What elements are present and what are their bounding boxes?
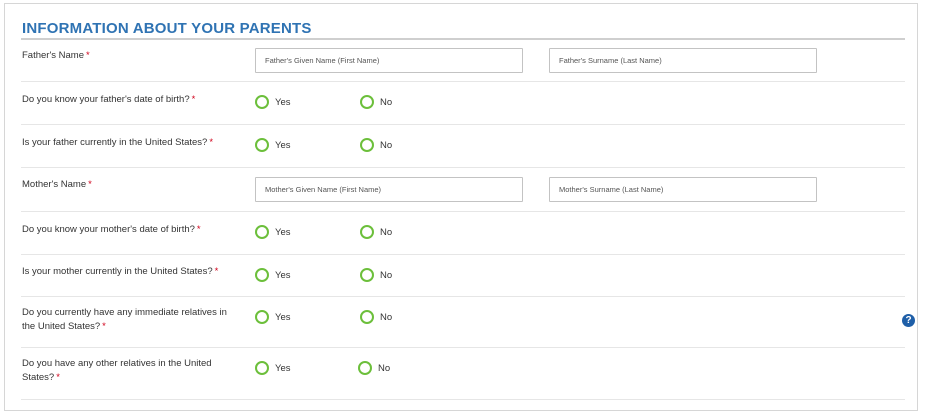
radio-circle-icon: [360, 225, 374, 239]
father-dob-yes-radio[interactable]: Yes: [255, 95, 291, 109]
other-relatives-label: Do you have any other relatives in the U…: [22, 358, 212, 383]
radio-circle-icon: [255, 310, 269, 324]
required-marker: *: [214, 266, 219, 277]
other-relatives-yes-radio[interactable]: Yes: [255, 361, 291, 375]
help-question-icon[interactable]: ?: [902, 314, 915, 327]
father-us-yes-radio[interactable]: Yes: [255, 138, 291, 152]
father-us-no-radio[interactable]: No: [360, 138, 392, 152]
other-relatives-no-radio[interactable]: No: [358, 361, 390, 375]
radio-circle-icon: [255, 95, 269, 109]
mother-us-label: Is your mother currently in the United S…: [22, 266, 219, 277]
immediate-relatives-row: Do you currently have any immediate rela…: [21, 297, 905, 348]
required-marker: *: [196, 224, 201, 235]
father-name-label: Father's Name *: [22, 50, 90, 61]
mother-dob-label: Do you know your mother's date of birth?…: [22, 224, 201, 235]
father-dob-label: Do you know your father's date of birth?…: [22, 94, 196, 105]
required-marker: *: [209, 137, 214, 148]
father-us-row: Is your father currently in the United S…: [21, 125, 905, 168]
radio-circle-icon: [360, 310, 374, 324]
immediate-relatives-no-radio[interactable]: No: [360, 310, 392, 324]
required-marker: *: [56, 372, 60, 383]
required-marker: *: [102, 321, 106, 332]
parents-info-panel: INFORMATION ABOUT YOUR PARENTS Father's …: [4, 3, 918, 411]
radio-circle-icon: [255, 138, 269, 152]
other-relatives-row: Do you have any other relatives in the U…: [21, 348, 905, 400]
mother-name-label: Mother's Name *: [22, 179, 92, 190]
section-title: INFORMATION ABOUT YOUR PARENTS: [22, 20, 312, 37]
mother-dob-no-radio[interactable]: No: [360, 225, 392, 239]
radio-circle-icon: [358, 361, 372, 375]
immediate-relatives-yes-radio[interactable]: Yes: [255, 310, 291, 324]
radio-circle-icon: [360, 138, 374, 152]
father-given-name-input[interactable]: [255, 48, 523, 73]
father-dob-row: Do you know your father's date of birth?…: [21, 82, 905, 125]
radio-circle-icon: [255, 268, 269, 282]
mother-dob-row: Do you know your mother's date of birth?…: [21, 212, 905, 255]
father-us-label: Is your father currently in the United S…: [22, 137, 214, 148]
immediate-relatives-label: Do you currently have any immediate rela…: [22, 307, 227, 332]
father-surname-input[interactable]: [549, 48, 817, 73]
father-dob-no-radio[interactable]: No: [360, 95, 392, 109]
mother-us-yes-radio[interactable]: Yes: [255, 268, 291, 282]
mother-given-name-input[interactable]: [255, 177, 523, 202]
title-divider: [21, 38, 905, 40]
radio-circle-icon: [360, 268, 374, 282]
mother-us-no-radio[interactable]: No: [360, 268, 392, 282]
required-marker: *: [191, 94, 196, 105]
radio-circle-icon: [255, 225, 269, 239]
radio-circle-icon: [360, 95, 374, 109]
mother-dob-yes-radio[interactable]: Yes: [255, 225, 291, 239]
mother-us-row: Is your mother currently in the United S…: [21, 255, 905, 297]
required-marker: *: [88, 179, 92, 190]
required-marker: *: [86, 50, 90, 61]
radio-circle-icon: [255, 361, 269, 375]
mother-surname-input[interactable]: [549, 177, 817, 202]
